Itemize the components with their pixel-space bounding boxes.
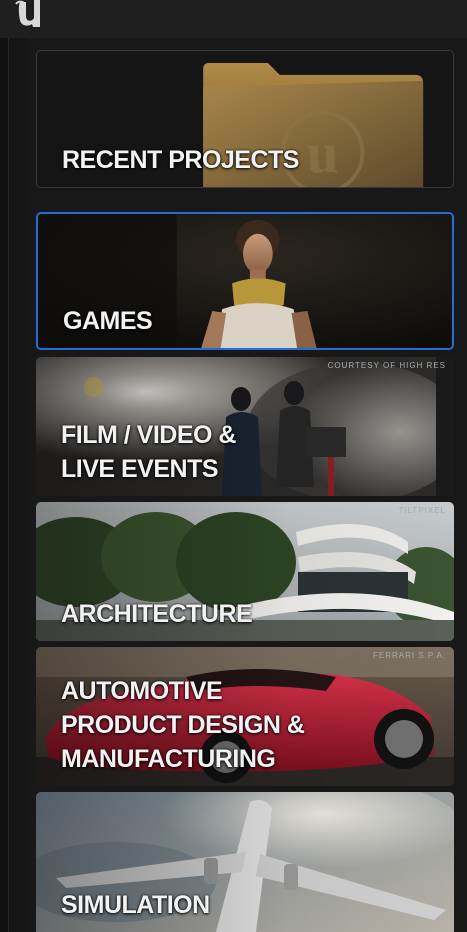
project-browser-window: u RECENT PROJECTS GAMES COURTESY OF HIGH… bbox=[0, 0, 467, 932]
category-tile-architecture[interactable]: TILTPIXEL ARCHITECTURE bbox=[36, 502, 454, 641]
svg-text:u: u bbox=[307, 122, 339, 185]
image-credit: TILTPIXEL bbox=[398, 506, 446, 515]
category-tile-recent-projects[interactable]: u RECENT PROJECTS bbox=[36, 50, 454, 188]
category-label: ARCHITECTURE bbox=[61, 600, 253, 628]
category-label: RECENT PROJECTS bbox=[62, 146, 299, 174]
unreal-engine-logo-icon bbox=[15, 0, 40, 27]
left-rail bbox=[0, 38, 9, 932]
category-tile-simulation[interactable]: SIMULATION bbox=[36, 792, 454, 932]
title-bar bbox=[0, 0, 467, 38]
category-label: FILM / VIDEO & LIVE EVENTS bbox=[61, 421, 236, 483]
image-credit: COURTESY OF HIGH RES bbox=[327, 361, 446, 370]
category-label: GAMES bbox=[63, 307, 153, 335]
category-label: SIMULATION bbox=[61, 891, 210, 919]
category-tile-games[interactable]: GAMES bbox=[36, 212, 454, 350]
category-label: AUTOMOTIVE PRODUCT DESIGN & MANUFACTURIN… bbox=[61, 677, 305, 773]
category-tile-automotive[interactable]: FERRARI S.P.A. AUTOMOTIVE PRODUCT DESIGN… bbox=[36, 647, 454, 786]
category-tile-film-video-live-events[interactable]: COURTESY OF HIGH RES FILM / VIDEO & LIVE… bbox=[36, 357, 454, 496]
image-credit: FERRARI S.P.A. bbox=[373, 651, 446, 660]
